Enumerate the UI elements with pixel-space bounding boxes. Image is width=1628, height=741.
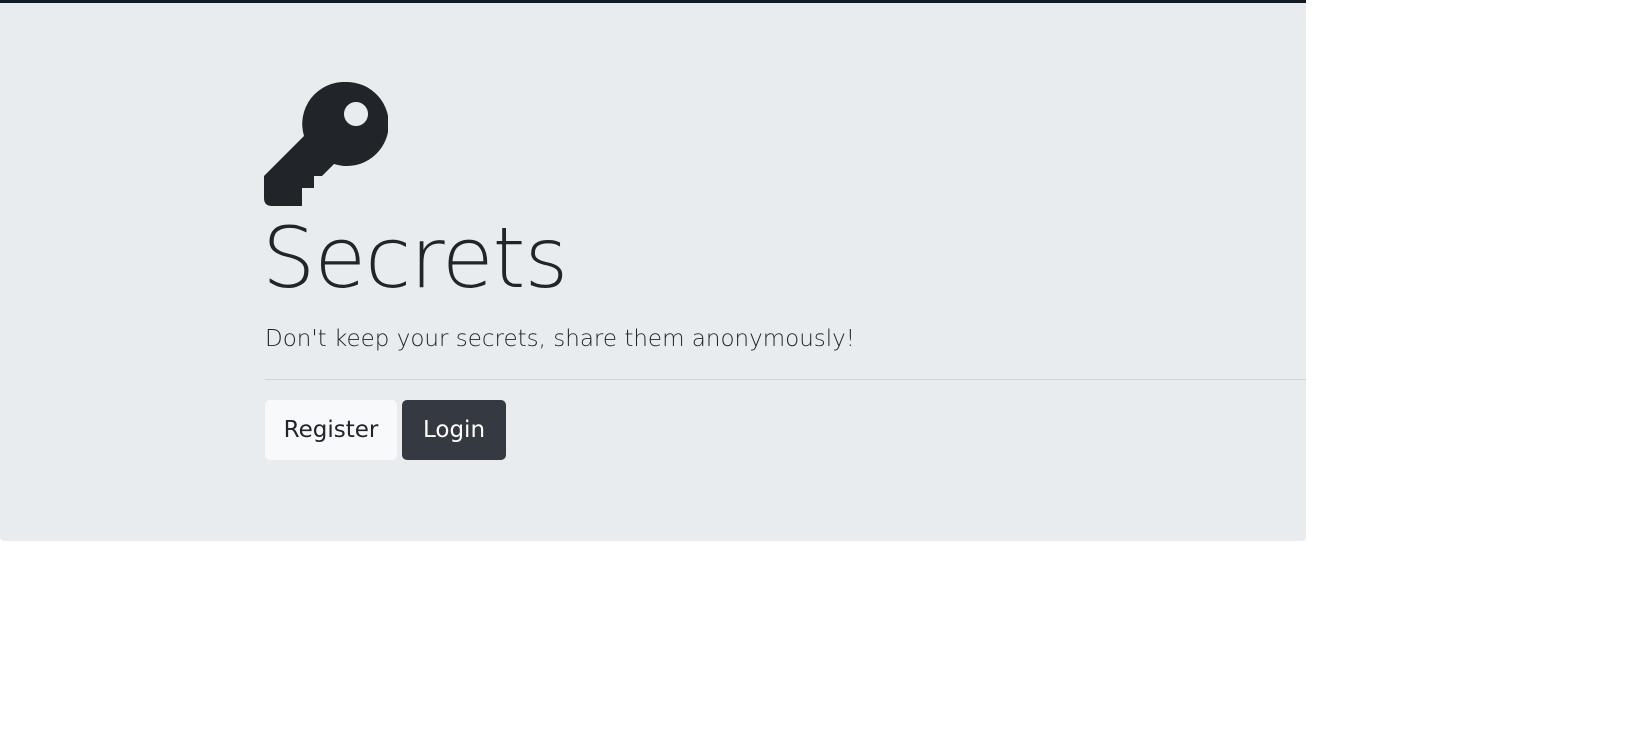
login-button[interactable]: Login bbox=[402, 400, 506, 460]
tagline: Don't keep your secrets, share them anon… bbox=[265, 326, 855, 352]
page: Secrets Don't keep your secrets, share t… bbox=[0, 0, 1628, 741]
top-border-strip bbox=[0, 0, 1306, 3]
jumbotron: Secrets Don't keep your secrets, share t… bbox=[0, 0, 1306, 541]
register-button[interactable]: Register bbox=[265, 400, 397, 460]
divider bbox=[265, 379, 1306, 380]
key-icon bbox=[264, 82, 388, 206]
page-title: Secrets bbox=[262, 209, 568, 307]
